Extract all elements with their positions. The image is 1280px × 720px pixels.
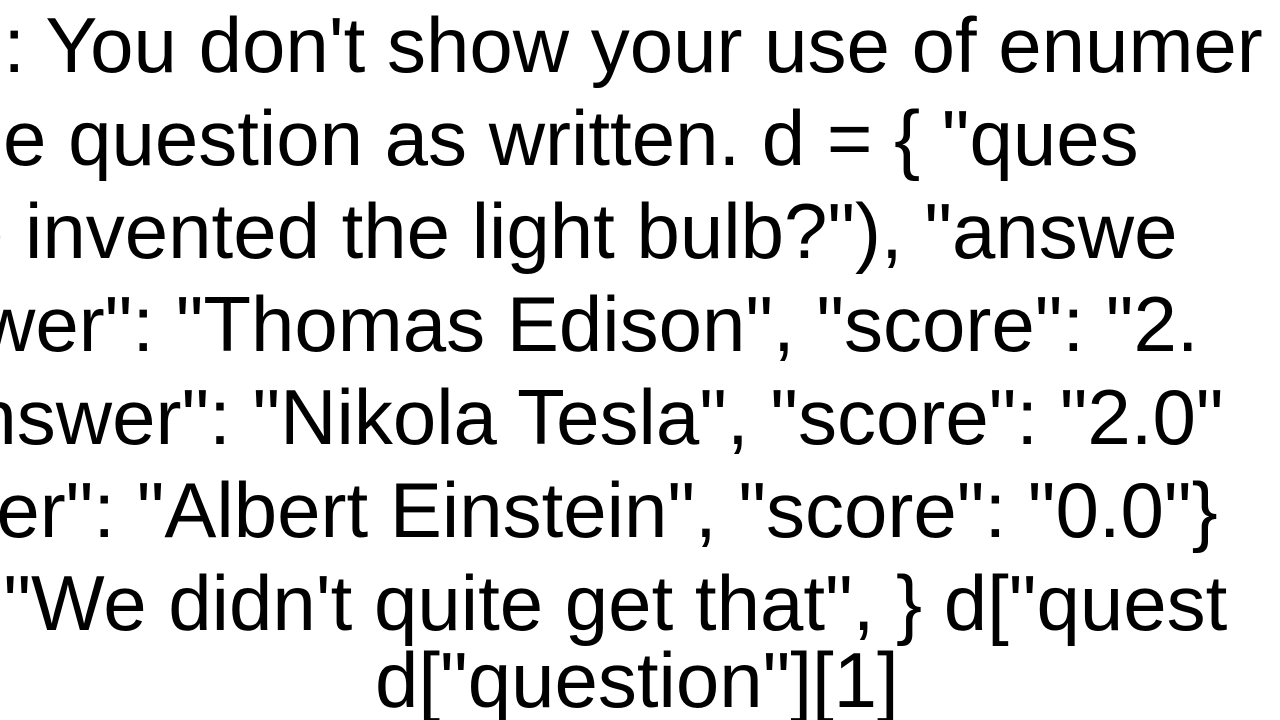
text-line-4: swer": "Thomas Edison", "score": "2.: [0, 279, 1199, 370]
text-line-6: wer": "Albert Einstein", "score": "0.0"}: [0, 465, 1218, 556]
text-viewport: 3: You don't show your use of enumer the…: [0, 0, 1280, 720]
text-line-1: 3: You don't show your use of enumer: [0, 0, 1263, 91]
text-line-2: the question as written. d = { "ques: [0, 93, 1139, 184]
text-line-3: o invented the light bulb?"), "answe: [0, 186, 1178, 277]
text-line-8: d["question"][1]: [375, 635, 899, 720]
text-line-5: answer": "Nikola Tesla", "score": "2.0": [0, 372, 1224, 463]
